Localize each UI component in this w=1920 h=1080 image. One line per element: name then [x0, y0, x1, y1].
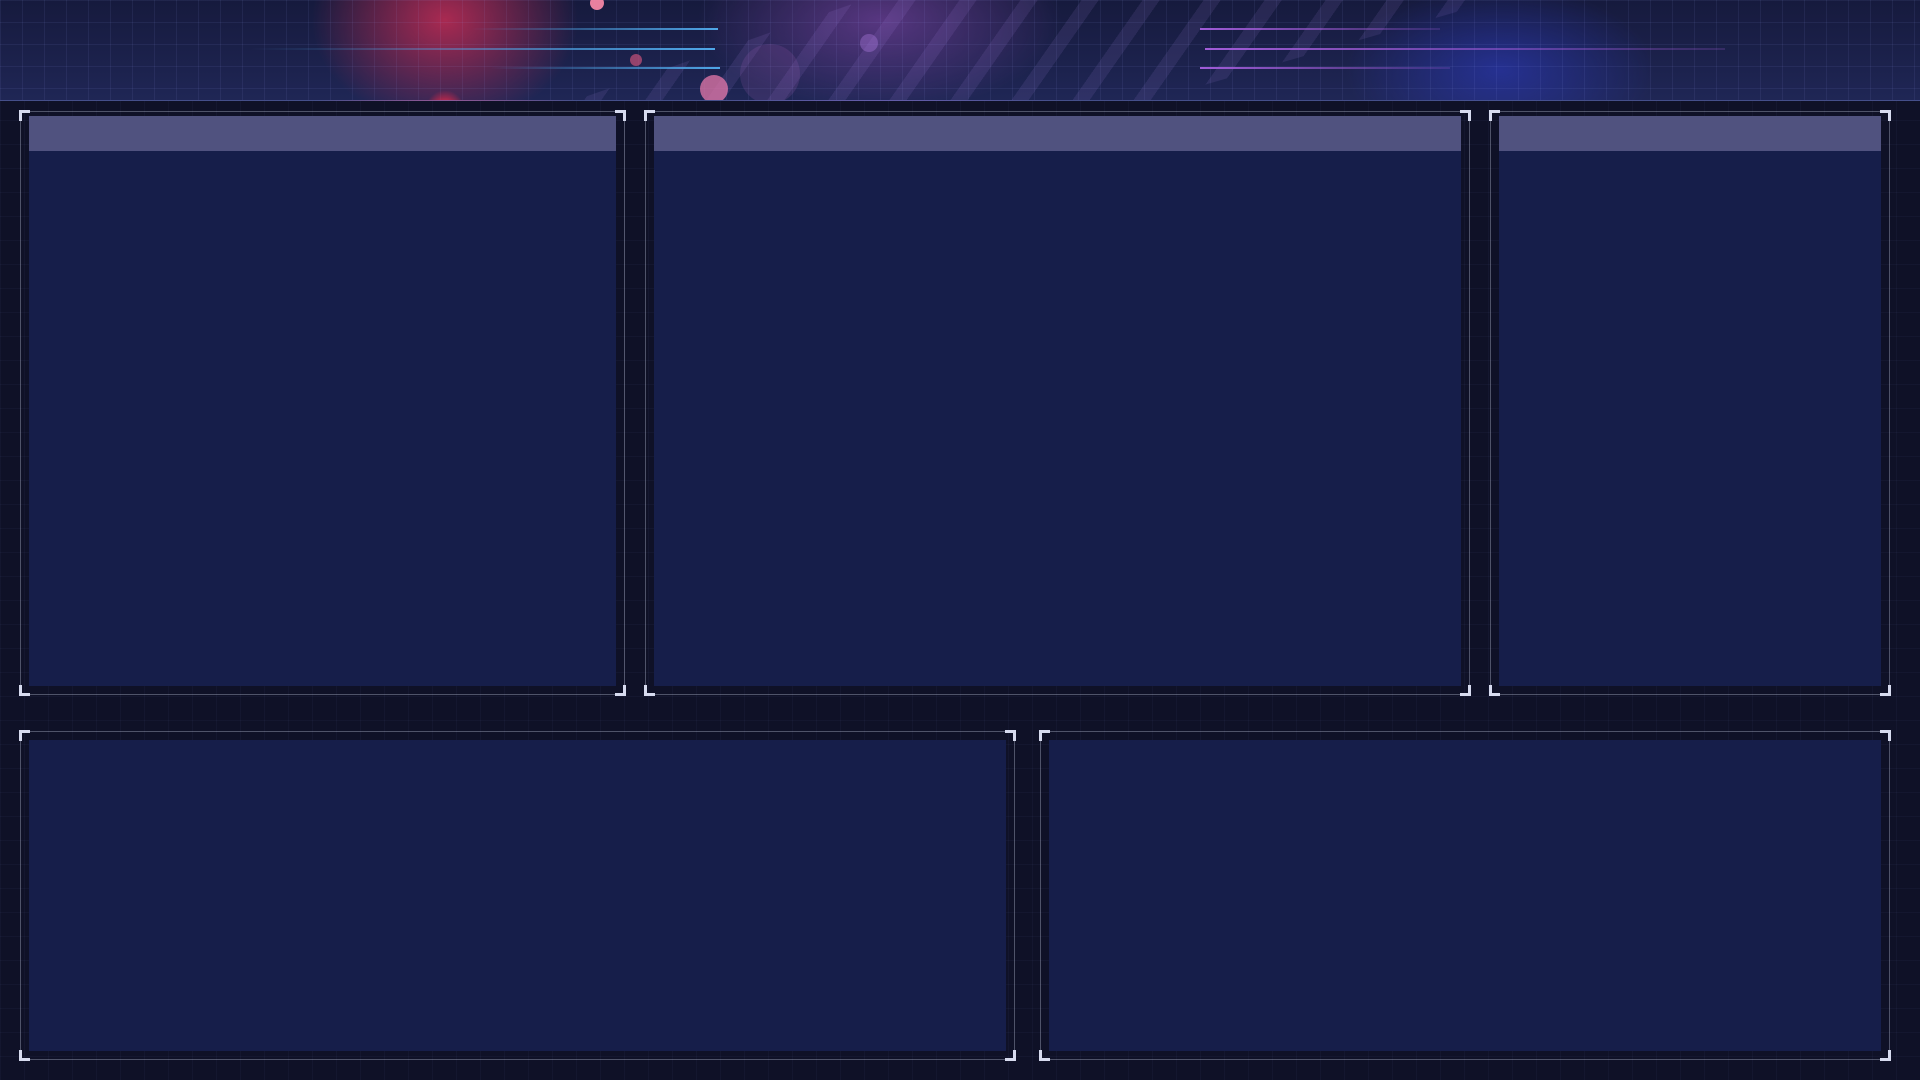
header-bokeh-1: [700, 75, 728, 100]
panel-top-center: [644, 110, 1471, 696]
corner-bracket: [1489, 685, 1500, 696]
corner-bracket: [644, 110, 655, 121]
panel-top-right-body: [1499, 120, 1881, 686]
corner-bracket: [1005, 1050, 1016, 1061]
header-banner: [0, 0, 1920, 101]
panel-top-left-body: [29, 120, 616, 686]
corner-bracket: [1880, 730, 1891, 741]
corner-bracket: [1039, 1050, 1050, 1061]
header-deco-line-left-3: [490, 67, 720, 69]
corner-bracket: [19, 110, 30, 121]
corner-bracket: [1489, 110, 1500, 121]
panel-top-right: [1489, 110, 1891, 696]
panel-top-left-header: [29, 116, 616, 151]
corner-bracket: [615, 685, 626, 696]
header-deco-line-right-2: [1205, 48, 1725, 50]
corner-bracket: [1005, 730, 1016, 741]
corner-bracket: [19, 730, 30, 741]
panel-bottom-left-body: [29, 740, 1006, 1051]
corner-bracket: [1880, 1050, 1891, 1061]
panel-top-center-title: [654, 116, 1461, 128]
panel-top-right-header: [1499, 116, 1881, 151]
corner-bracket: [1460, 685, 1471, 696]
header-deco-line-left-1: [470, 28, 718, 30]
header-deco-line-right-1: [1200, 28, 1440, 30]
panel-top-left-title: [29, 116, 616, 128]
panel-top-right-title: [1499, 116, 1881, 128]
header-deco-line-right-3: [1200, 67, 1450, 69]
panel-top-left: [19, 110, 626, 696]
dashboard-screen: [0, 0, 1920, 1080]
panel-bottom-right-body: [1049, 740, 1881, 1051]
panel-top-center-header: [654, 116, 1461, 151]
panel-bottom-left: [19, 730, 1016, 1061]
corner-bracket: [1880, 110, 1891, 121]
panel-bottom-right: [1039, 730, 1891, 1061]
corner-bracket: [19, 685, 30, 696]
corner-bracket: [615, 110, 626, 121]
header-deco-line-left-2: [250, 48, 715, 50]
corner-bracket: [1460, 110, 1471, 121]
corner-bracket: [1039, 730, 1050, 741]
corner-bracket: [1880, 685, 1891, 696]
corner-bracket: [19, 1050, 30, 1061]
header-bokeh-5: [740, 44, 800, 100]
corner-bracket: [644, 685, 655, 696]
header-bokeh-2: [630, 54, 642, 66]
panel-top-center-body: [654, 120, 1461, 686]
header-bokeh-4: [860, 34, 878, 52]
